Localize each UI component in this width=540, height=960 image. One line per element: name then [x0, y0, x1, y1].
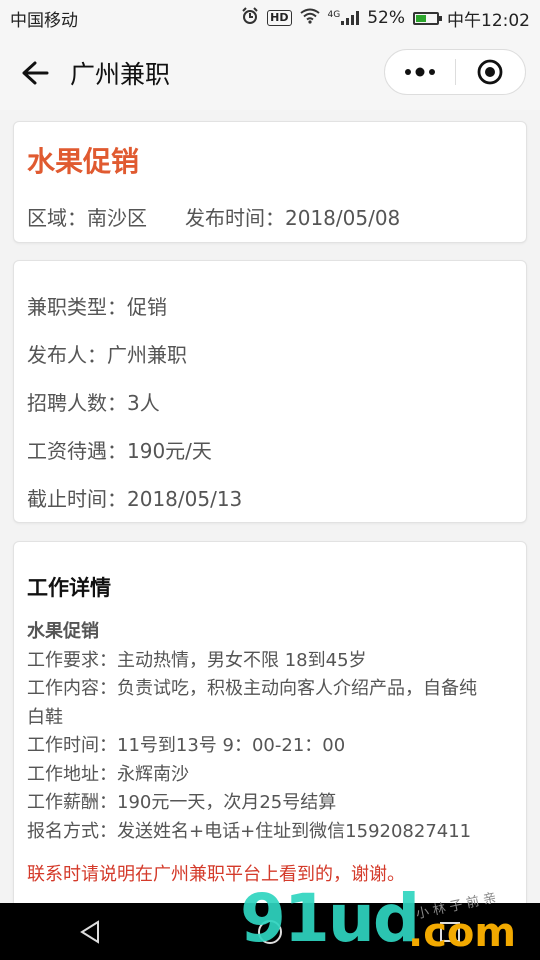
carrier-label: 中国移动	[10, 10, 78, 31]
job-header-card: 水果促销 区域：南沙区 发布时间：2018/05/08	[13, 121, 527, 243]
network-type-label: 4G	[327, 10, 341, 20]
arrow-left-icon	[22, 61, 49, 85]
detail-line: 工作地址：永辉南沙	[27, 763, 189, 785]
back-triangle-icon	[80, 919, 99, 944]
target-circle-icon	[477, 59, 503, 85]
clock: 中午12:02	[447, 10, 530, 31]
publish-label: 发布时间：	[185, 206, 285, 230]
more-button[interactable]	[385, 50, 455, 94]
status-icons: HD 4G 52% 中午12:02	[241, 6, 530, 31]
signal-icon: 4G	[328, 11, 360, 25]
info-job-type: 兼职类型：促销	[27, 291, 167, 320]
contact-notice: 联系时请说明在广州兼职平台上看到的，谢谢。	[27, 864, 405, 885]
detail-line: 工作薪酬：190元一天，次月25号结算	[27, 792, 337, 813]
detail-line: 工作内容：负责试吃，积极主动向客人介绍产品，自备纯	[27, 678, 477, 699]
info-value: 190元/天	[127, 439, 212, 463]
job-detail-card: 工作详情 水果促销 工作要求：主动热情，男女不限 18到45岁 工作内容：负责试…	[13, 541, 527, 921]
alarm-icon	[241, 7, 259, 29]
detail-heading: 工作详情	[27, 576, 111, 600]
info-headcount: 招聘人数：3人	[27, 387, 160, 416]
detail-body: 水果促销 工作要求：主动热情，男女不限 18到45岁 工作内容：负责试吃，积极主…	[27, 618, 517, 846]
system-nav-bar	[0, 903, 540, 960]
region-value: 南沙区	[87, 206, 147, 230]
system-back-button[interactable]	[60, 903, 120, 960]
job-title: 水果促销	[27, 145, 140, 178]
job-meta: 区域：南沙区 发布时间：2018/05/08	[27, 202, 400, 231]
info-value: 3人	[127, 391, 160, 415]
publish-date: 2018/05/08	[285, 206, 401, 230]
job-info-card: 兼职类型：促销 发布人：广州兼职 招聘人数：3人 工资待遇：190元/天 截止时…	[13, 260, 527, 523]
region: 区域：南沙区	[27, 202, 147, 231]
info-label: 工资待遇：	[27, 439, 127, 463]
info-deadline: 截止时间：2018/05/13	[27, 483, 242, 512]
info-salary: 工资待遇：190元/天	[27, 435, 212, 464]
battery-percent: 52%	[367, 8, 405, 28]
detail-line: 工作要求：主动热情，男女不限 18到45岁	[27, 649, 367, 671]
info-publisher: 发布人：广州兼职	[27, 339, 187, 368]
back-button[interactable]	[0, 36, 70, 110]
detail-subtitle: 水果促销	[27, 621, 99, 642]
detail-line: 报名方式：发送姓名+电话+住址到微信15920827411	[27, 820, 472, 842]
home-circle-icon	[258, 919, 282, 944]
detail-line: 工作时间：11号到13号 9：00-21：00	[27, 735, 346, 756]
info-value: 广州兼职	[107, 343, 187, 367]
wifi-icon	[299, 8, 320, 28]
info-label: 兼职类型：	[27, 295, 127, 319]
battery-fill	[416, 14, 426, 22]
nav-bar: 广州兼职	[0, 36, 540, 110]
publish-time: 发布时间：2018/05/08	[185, 202, 400, 231]
info-label: 招聘人数：	[27, 391, 127, 415]
info-value: 2018/05/13	[127, 487, 243, 511]
system-home-button[interactable]	[240, 903, 300, 960]
region-label: 区域：	[27, 206, 87, 230]
status-bar: 中国移动 HD 4G 52% 中午12:02	[0, 0, 540, 36]
detail-line: 白鞋	[27, 706, 63, 728]
close-button[interactable]	[456, 50, 526, 94]
recents-square-icon	[440, 921, 460, 942]
more-dots-icon	[404, 67, 435, 77]
info-value: 促销	[127, 295, 167, 319]
hd-icon: HD	[267, 10, 292, 26]
info-label: 发布人：	[27, 343, 107, 367]
battery-icon	[413, 11, 442, 25]
system-recents-button[interactable]	[420, 903, 480, 960]
mini-program-capsule	[384, 49, 526, 95]
info-label: 截止时间：	[27, 487, 127, 511]
page-title: 广州兼职	[70, 60, 171, 89]
